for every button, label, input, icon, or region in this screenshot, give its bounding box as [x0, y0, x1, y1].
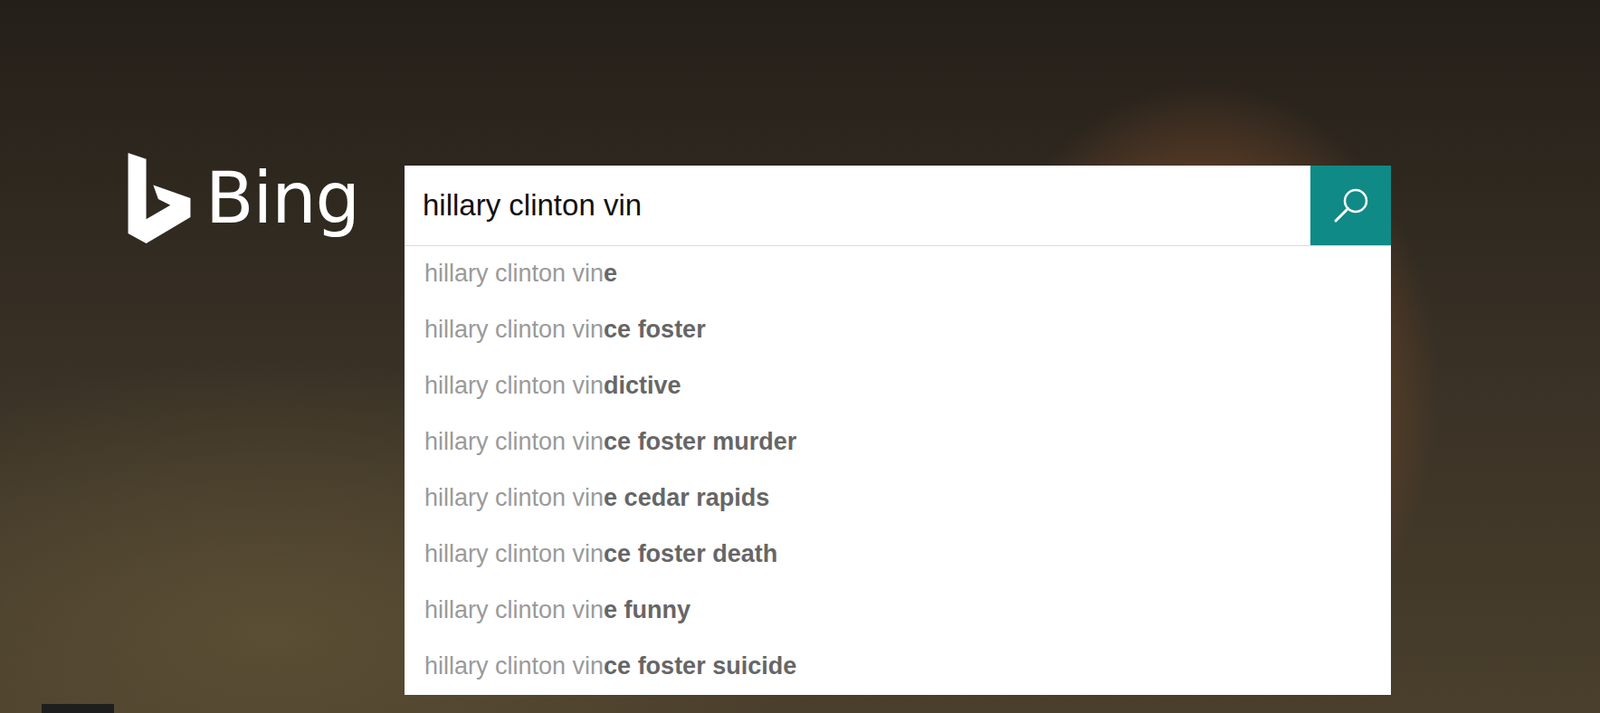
- completion-part: dictive: [603, 371, 682, 400]
- suggestion-item[interactable]: hillary clinton vine: [404, 246, 1391, 303]
- search-input[interactable]: [404, 165, 1311, 246]
- completion-part: ce foster suicide: [603, 652, 797, 680]
- typed-part: hillary clinton vin: [424, 428, 604, 456]
- suggestion-item[interactable]: hillary clinton vine cedar rapids: [404, 470, 1391, 527]
- typed-part: hillary clinton vin: [424, 259, 604, 287]
- completion-part: ce foster death: [603, 540, 778, 568]
- suggestion-item[interactable]: hillary clinton vince foster suicide: [404, 638, 1391, 696]
- typed-part: hillary clinton vin: [424, 540, 604, 568]
- suggestion-item[interactable]: hillary clinton vince foster murder: [404, 414, 1391, 471]
- search-area: hillary clinton vinehillary clinton vinc…: [404, 165, 1391, 246]
- completion-part: e: [603, 259, 618, 287]
- typed-part: hillary clinton vin: [424, 652, 604, 680]
- corner-strip: [41, 704, 115, 713]
- bing-logo[interactable]: Bing: [127, 152, 405, 244]
- suggestion-list: hillary clinton vinehillary clinton vinc…: [404, 245, 1391, 696]
- completion-part: e cedar rapids: [603, 484, 770, 512]
- magnifier-icon: [1329, 183, 1373, 228]
- bing-logo-icon: [127, 152, 191, 244]
- suggestion-item[interactable]: hillary clinton vince foster: [404, 302, 1391, 359]
- suggestion-item[interactable]: hillary clinton vince foster death: [404, 526, 1391, 583]
- typed-part: hillary clinton vin: [424, 596, 604, 624]
- suggestion-item[interactable]: hillary clinton vine funny: [404, 582, 1391, 639]
- suggestion-item[interactable]: hillary clinton vindictive: [404, 358, 1391, 415]
- search-box: [404, 165, 1391, 246]
- logo-text: Bing: [205, 162, 360, 234]
- typed-part: hillary clinton vin: [424, 484, 604, 512]
- completion-part: ce foster: [603, 315, 706, 343]
- typed-part: hillary clinton vin: [424, 315, 604, 343]
- completion-part: ce foster murder: [603, 428, 797, 456]
- completion-part: e funny: [603, 596, 691, 624]
- typed-part: hillary clinton vin: [424, 371, 604, 400]
- background-photo: Bing hillary clinton vinehillary clinton…: [0, 0, 1600, 713]
- search-button[interactable]: [1310, 165, 1391, 246]
